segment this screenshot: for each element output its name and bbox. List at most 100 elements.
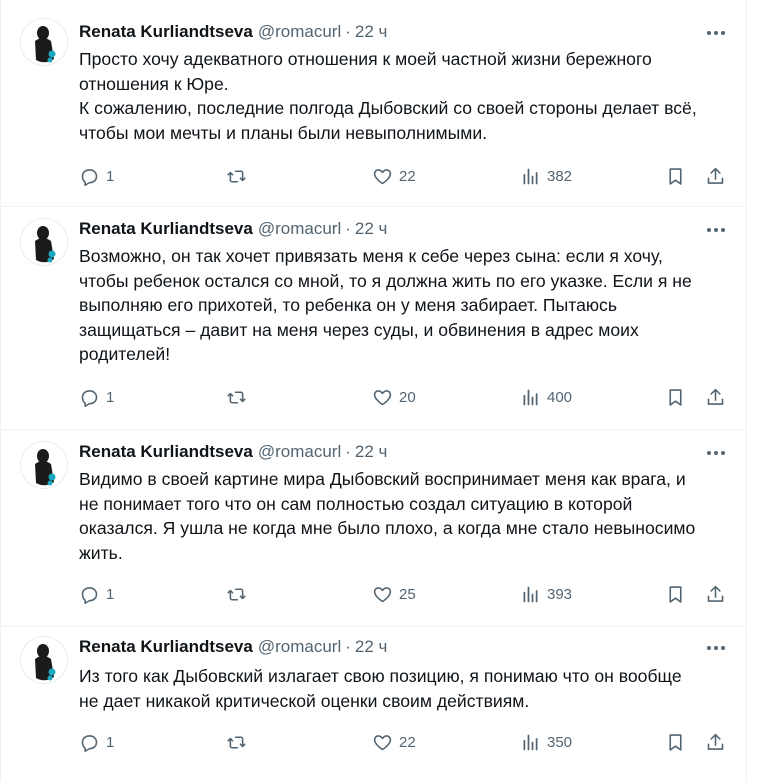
reply-button[interactable]: 1 xyxy=(79,727,114,757)
heart-icon xyxy=(373,168,392,184)
tweet-actions: 1 22 350 xyxy=(71,727,741,757)
views-button[interactable]: 382 xyxy=(520,161,572,191)
tweet-header: Renata Kurliandtseva @romacurl · 22 ч xyxy=(79,21,387,43)
avatar[interactable] xyxy=(20,18,68,66)
bookmark-button[interactable] xyxy=(665,579,686,609)
author-name[interactable]: Renata Kurliandtseva xyxy=(79,637,253,657)
retweet-button[interactable] xyxy=(226,161,253,191)
reply-icon xyxy=(81,734,98,752)
author-handle[interactable]: @romacurl xyxy=(258,22,341,42)
more-dots-icon xyxy=(707,646,725,650)
tweet-text-line: оказался. Я ушла не когда мне было плохо… xyxy=(79,518,696,538)
more-button[interactable] xyxy=(701,218,731,242)
share-icon xyxy=(707,733,724,750)
views-button[interactable]: 400 xyxy=(520,382,572,412)
more-dots-icon xyxy=(707,451,725,455)
tweet-1[interactable]: Renata Kurliandtseva @romacurl · 22 ч Пр… xyxy=(1,0,746,207)
tweet-text-line: не дает никакой критической оценки своим… xyxy=(79,690,530,711)
views-chart-icon xyxy=(523,389,538,405)
tweet-text-line: Просто хочу адекватного отношения к моей… xyxy=(79,49,652,69)
heart-icon xyxy=(373,734,392,750)
timeline-feed: Renata Kurliandtseva @romacurl · 22 ч Пр… xyxy=(0,0,769,781)
reply-icon xyxy=(81,168,98,186)
views-count: 382 xyxy=(547,167,573,185)
reply-button[interactable]: 1 xyxy=(79,579,114,609)
bookmark-icon xyxy=(669,733,682,751)
retweet-icon xyxy=(227,390,246,404)
tweet-text-line: отношения к Юре. xyxy=(79,73,229,94)
tweet-text: Возможно, он так хочет привязать меня к … xyxy=(79,244,739,367)
like-count: 20 xyxy=(399,388,416,406)
tweet-3[interactable]: Renata Kurliandtseva @romacurl · 22 ч Ви… xyxy=(1,430,746,627)
author-handle[interactable]: @romacurl xyxy=(258,442,341,462)
views-count: 400 xyxy=(547,388,573,406)
author-name[interactable]: Renata Kurliandtseva xyxy=(79,219,253,239)
timestamp[interactable]: 22 ч xyxy=(355,637,388,657)
separator-dot: · xyxy=(345,637,351,656)
like-button[interactable]: 22 xyxy=(372,161,416,191)
reply-icon xyxy=(81,389,98,407)
retweet-icon xyxy=(227,169,246,183)
like-count: 25 xyxy=(399,585,416,603)
retweet-button[interactable] xyxy=(226,579,253,609)
timestamp[interactable]: 22 ч xyxy=(355,22,388,42)
share-icon xyxy=(707,167,724,184)
views-button[interactable]: 393 xyxy=(520,579,572,609)
share-button[interactable] xyxy=(705,579,726,609)
author-name[interactable]: Renata Kurliandtseva xyxy=(79,22,253,42)
separator-dot: · xyxy=(345,219,351,238)
bookmark-icon xyxy=(669,585,682,603)
author-handle[interactable]: @romacurl xyxy=(258,637,341,657)
bookmark-button[interactable] xyxy=(665,161,686,191)
retweet-button[interactable] xyxy=(226,727,253,757)
tweet-text: Видимо в своей картине мира Дыбовский во… xyxy=(79,467,739,565)
tweet-2[interactable]: Renata Kurliandtseva @romacurl · 22 ч Во… xyxy=(1,207,746,430)
tweet-4[interactable]: Renata Kurliandtseva @romacurl · 22 ч Из… xyxy=(1,627,746,781)
more-button[interactable] xyxy=(701,21,731,45)
feed-right-border xyxy=(746,0,747,781)
tweet-text-line: защищаться – давит на меня через суды, и… xyxy=(79,319,639,340)
share-button[interactable] xyxy=(705,727,726,757)
reply-button[interactable]: 1 xyxy=(79,161,114,191)
share-button[interactable] xyxy=(705,161,726,191)
tweet-text-line: Видимо в своей картине мира Дыбовский во… xyxy=(79,469,686,489)
tweet-text-line: Из того как Дыбовский излагает свою пози… xyxy=(79,666,682,686)
avatar[interactable] xyxy=(20,218,68,266)
tweet-header: Renata Kurliandtseva @romacurl · 22 ч xyxy=(79,218,387,240)
like-button[interactable]: 20 xyxy=(372,382,416,412)
share-icon xyxy=(707,585,724,602)
reply-button[interactable]: 1 xyxy=(79,382,114,412)
timestamp[interactable]: 22 ч xyxy=(355,219,388,239)
avatar[interactable] xyxy=(20,441,68,489)
reply-count: 1 xyxy=(106,167,115,185)
avatar-image-icon xyxy=(21,637,67,683)
author-name[interactable]: Renata Kurliandtseva xyxy=(79,442,253,462)
like-button[interactable]: 25 xyxy=(372,579,416,609)
tweet-actions: 1 20 400 xyxy=(71,382,741,412)
bookmark-button[interactable] xyxy=(665,382,686,412)
like-button[interactable]: 22 xyxy=(372,727,416,757)
timestamp[interactable]: 22 ч xyxy=(355,442,388,462)
bookmark-button[interactable] xyxy=(665,727,686,757)
retweet-icon xyxy=(227,587,246,601)
tweet-text-line: чтобы мои мечты и планы были невыполнимы… xyxy=(79,122,488,143)
tweet-header: Renata Kurliandtseva @romacurl · 22 ч xyxy=(79,441,387,463)
avatar[interactable] xyxy=(20,636,68,684)
avatar-image-icon xyxy=(21,219,67,265)
views-count: 350 xyxy=(547,733,573,751)
tweet-text-line: родителей! xyxy=(79,344,171,364)
like-count: 22 xyxy=(399,167,416,185)
share-button[interactable] xyxy=(705,382,726,412)
more-button[interactable] xyxy=(701,636,731,660)
more-button[interactable] xyxy=(701,441,731,465)
tweet-text: Из того как Дыбовский излагает свою пози… xyxy=(79,664,739,713)
author-handle[interactable]: @romacurl xyxy=(258,219,341,239)
tweet-text-line: чтобы ребенок остался со мной, то я долж… xyxy=(79,270,692,291)
retweet-icon xyxy=(227,735,246,749)
separator-dot: · xyxy=(345,22,351,41)
tweet-actions: 1 22 382 xyxy=(71,161,741,191)
tweet-actions: 1 25 393 xyxy=(71,579,741,609)
retweet-button[interactable] xyxy=(226,382,253,412)
views-button[interactable]: 350 xyxy=(520,727,572,757)
reply-count: 1 xyxy=(106,733,115,751)
